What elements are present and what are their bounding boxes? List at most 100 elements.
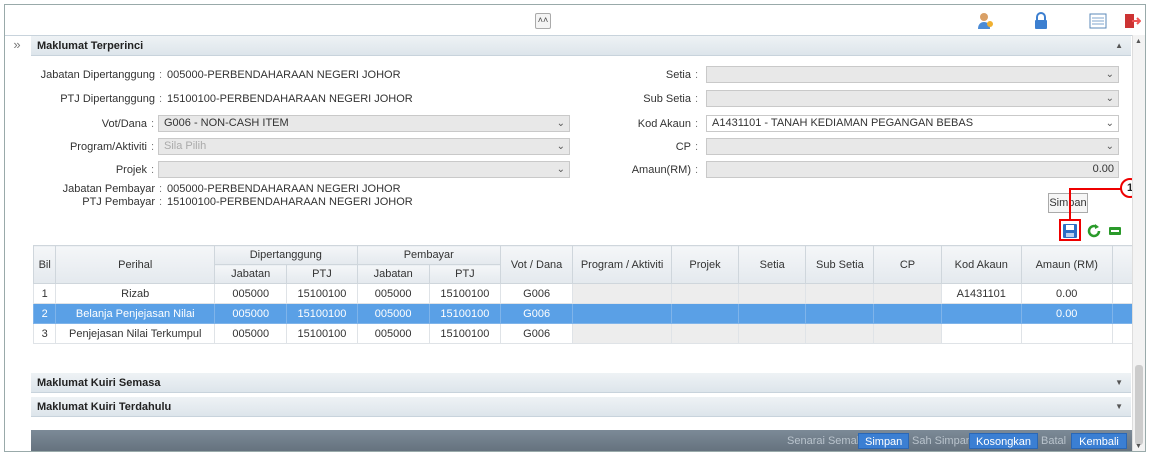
- cell-kod-akaun: A1431101: [940, 283, 1022, 304]
- batal-button[interactable]: Batal: [1035, 433, 1072, 449]
- table-row[interactable]: 1 Rizab 005000 15100100 005000 15100100 …: [32, 283, 1134, 304]
- header-cp: CP: [873, 245, 942, 284]
- cell-program: [572, 303, 672, 324]
- list-view-icon[interactable]: [1089, 12, 1107, 30]
- kod-akaun-select[interactable]: A1431101 - TANAH KEDIAMAN PEGANGAN BEBAS…: [706, 115, 1119, 132]
- colon: :: [159, 183, 163, 195]
- header-vot: Vot / Dana: [499, 245, 574, 284]
- colon: :: [695, 93, 699, 105]
- label-cp: CP: [675, 141, 691, 153]
- cell-vot: G006: [499, 323, 574, 344]
- header-dipertanggung: Dipertanggung: [214, 245, 358, 265]
- header-program: Program / Aktiviti: [572, 245, 672, 284]
- scroll-down-icon[interactable]: ▼: [1135, 443, 1142, 450]
- colon: :: [695, 69, 699, 81]
- expand-sidebar-icon[interactable]: »: [5, 35, 29, 57]
- cell-projek: [670, 283, 740, 304]
- cell-setia: [738, 323, 807, 344]
- section-kuiri-terdahulu-header[interactable]: Maklumat Kuiri Terdahulu ▼: [31, 397, 1131, 417]
- expand-section-icon[interactable]: ▼: [1115, 397, 1123, 417]
- chevron-down-icon: ⌄: [1105, 93, 1114, 104]
- scrollbar-thumb[interactable]: [1135, 365, 1143, 445]
- cell-projek: [670, 303, 740, 324]
- cell-program: [572, 283, 672, 304]
- user-icon[interactable]: [976, 12, 994, 30]
- sah-simpan-button[interactable]: Sah Simpan: [906, 433, 978, 449]
- amaun-input[interactable]: 0.00: [706, 161, 1119, 178]
- cell-bil: 2: [32, 303, 57, 324]
- cell-kod-akaun: [940, 323, 1022, 344]
- label-amaun: Amaun(RM): [631, 164, 691, 176]
- colon: :: [695, 141, 699, 153]
- vot-dana-select[interactable]: G006 - NON-CASH ITEM ⌄: [158, 115, 570, 132]
- label-setia: Setia: [665, 69, 691, 81]
- cell-setia: [738, 303, 807, 324]
- table-row[interactable]: 3 Penjejasan Nilai Terkumpul 005000 1510…: [32, 323, 1134, 344]
- chevron-down-icon: ⌄: [1105, 118, 1114, 129]
- cell-program: [572, 323, 672, 344]
- minus-icon[interactable]: [1107, 223, 1123, 239]
- section-kuiri-semasa-header[interactable]: Maklumat Kuiri Semasa ▼: [31, 373, 1131, 393]
- cell-cp: [873, 283, 942, 304]
- cell-spacer: [1111, 323, 1134, 344]
- cell-projek: [670, 323, 740, 344]
- chevron-down-icon: ⌄: [1105, 141, 1114, 152]
- cell-setia: [738, 283, 807, 304]
- program-aktiviti-placeholder: Sila Pilih: [164, 140, 207, 152]
- vot-dana-value: G006 - NON-CASH ITEM: [164, 117, 289, 129]
- label-sub-setia: Sub Setia: [643, 93, 691, 105]
- label-jabatan-dipertanggung: Jabatan Dipertanggung: [40, 69, 155, 81]
- logout-icon[interactable]: [1123, 12, 1141, 30]
- callout-line: [1069, 188, 1121, 190]
- footer-simpan-button[interactable]: Simpan: [858, 433, 910, 449]
- label-projek: Projek: [115, 164, 147, 176]
- label-ptj-dipertanggung: PTJ Dipertanggung: [60, 93, 155, 105]
- collapse-up-icon[interactable]: ˄˄: [535, 13, 551, 29]
- projek-select[interactable]: ⌄: [158, 161, 570, 178]
- program-aktiviti-select[interactable]: Sila Pilih ⌄: [158, 138, 570, 155]
- cell-vot: G006: [499, 283, 574, 304]
- table-row-selected[interactable]: 2 Belanja Penjejasan Nilai 005000 151001…: [32, 303, 1134, 324]
- cell-subsetia: [805, 303, 875, 324]
- cell-ptj: 15100100: [286, 303, 358, 324]
- senarai-semak-button[interactable]: Senarai Semak: [781, 433, 868, 449]
- value-ptj-dipertanggung: 15100100-PERBENDAHARAAN NEGERI JOHOR: [167, 93, 413, 105]
- cell-kod-akaun: [940, 303, 1022, 324]
- kod-akaun-value: A1431101 - TANAH KEDIAMAN PEGANGAN BEBAS: [712, 117, 974, 129]
- expand-section-icon[interactable]: ▼: [1115, 373, 1123, 393]
- colon: :: [151, 141, 155, 153]
- cell-cp: [873, 303, 942, 324]
- cell-bil: 3: [32, 323, 57, 344]
- refresh-icon[interactable]: [1086, 223, 1102, 239]
- colon: :: [151, 118, 155, 130]
- colon: :: [695, 164, 699, 176]
- setia-select[interactable]: ⌄: [706, 66, 1119, 83]
- kembali-button[interactable]: Kembali: [1071, 433, 1127, 449]
- cell-cp: [873, 323, 942, 344]
- lock-icon[interactable]: [1032, 12, 1050, 30]
- kosongkan-button[interactable]: Kosongkan: [969, 433, 1039, 449]
- cell-jabatan: 005000: [214, 323, 288, 344]
- section-detail-header[interactable]: Maklumat Terperinci ▲: [31, 36, 1131, 56]
- cell-bil: 1: [32, 283, 57, 304]
- amaun-value: 0.00: [1092, 163, 1114, 175]
- cell-spacer: [1111, 283, 1134, 304]
- cp-select[interactable]: ⌄: [706, 138, 1119, 155]
- header-spacer: [1111, 245, 1134, 284]
- header-kod-akaun: Kod Akaun: [940, 245, 1022, 284]
- cell-jabatan: 005000: [214, 283, 288, 304]
- value-jabatan-pembayar: 005000-PERBENDAHARAAN NEGERI JOHOR: [167, 183, 401, 195]
- cell-ptj: 15100100: [286, 283, 358, 304]
- collapse-section-icon[interactable]: ▲: [1115, 36, 1123, 56]
- vertical-scrollbar[interactable]: ▲ ▼: [1132, 35, 1145, 451]
- colon: :: [159, 196, 163, 208]
- chevron-down-icon: ⌄: [556, 118, 565, 129]
- cell-jabatan-pembayar: 005000: [356, 323, 430, 344]
- header-subsetia: Sub Setia: [805, 245, 875, 284]
- simpan-button[interactable]: Simpan: [1048, 193, 1088, 213]
- section-kuiri-semasa-title: Maklumat Kuiri Semasa: [37, 377, 161, 389]
- section-kuiri-terdahulu-title: Maklumat Kuiri Terdahulu: [37, 401, 172, 413]
- sub-setia-select[interactable]: ⌄: [706, 90, 1119, 107]
- scroll-up-icon[interactable]: ▲: [1135, 38, 1142, 45]
- label-ptj-pembayar: PTJ Pembayar: [82, 196, 155, 208]
